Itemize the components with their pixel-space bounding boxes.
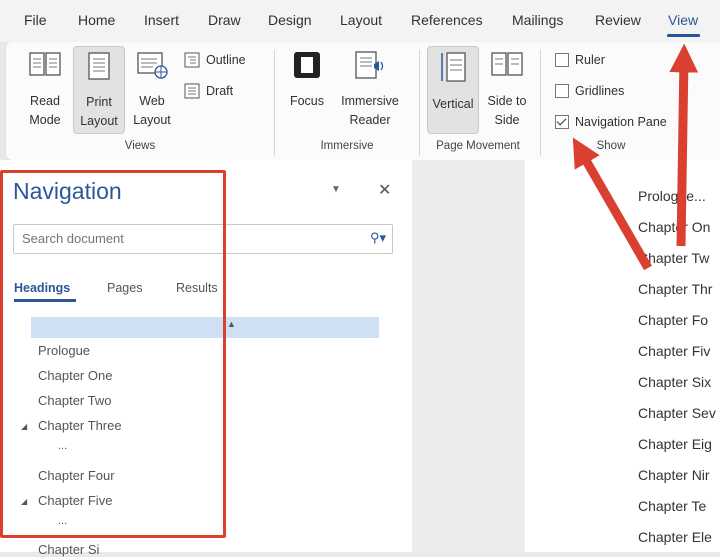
menu-review[interactable]: Review — [595, 12, 641, 28]
toc-line[interactable]: Chapter Sev — [638, 405, 716, 421]
toc-line[interactable]: Prologue... — [638, 188, 706, 204]
toc-line[interactable]: Chapter Te — [638, 498, 706, 514]
read-mode-label: Read Mode — [29, 94, 61, 127]
heading-item[interactable]: Chapter Si — [38, 542, 99, 557]
vertical-button[interactable]: Vertical — [427, 46, 479, 134]
immersive-reader-label: Immersive Reader — [341, 94, 399, 127]
ruler-check-icon[interactable] — [555, 53, 569, 67]
group-divider — [419, 50, 420, 156]
toc-line[interactable]: Chapter Eig — [638, 436, 712, 452]
menu-mailings[interactable]: Mailings — [512, 12, 563, 28]
outline-icon — [184, 52, 200, 68]
read-mode-icon — [29, 52, 61, 76]
toc-line[interactable]: Chapter Tw — [638, 250, 709, 266]
ribbon: Read Mode Print Layout Web Layout Outlin… — [6, 42, 720, 160]
focus-button[interactable]: Focus — [286, 50, 328, 111]
immersive-reader-button[interactable]: Immersive Reader — [336, 50, 404, 130]
draft-label: Draft — [206, 84, 234, 98]
ruler-checkbox[interactable]: Ruler — [555, 53, 605, 67]
print-layout-button[interactable]: Print Layout — [73, 46, 125, 134]
toc-line[interactable]: Chapter Ele — [638, 529, 712, 545]
toc-line[interactable]: Chapter Thr — [638, 281, 712, 297]
document-background — [412, 160, 525, 552]
page-movement-group-label: Page Movement — [436, 140, 520, 152]
navigation-pane-check-icon[interactable] — [555, 115, 569, 129]
menu-home[interactable]: Home — [78, 12, 115, 28]
menu-draw[interactable]: Draw — [208, 12, 241, 28]
web-layout-label: Web Layout — [133, 94, 171, 127]
gridlines-label: Gridlines — [575, 84, 625, 98]
outline-button[interactable]: Outline — [184, 52, 246, 68]
outline-label: Outline — [206, 53, 246, 67]
gridlines-check-icon[interactable] — [555, 84, 569, 98]
group-divider — [540, 50, 541, 156]
vertical-label: Vertical — [432, 97, 474, 111]
focus-icon — [294, 52, 320, 78]
menu-bar: File Home Insert Draw Design Layout Refe… — [0, 0, 720, 42]
side-to-side-label: Side to Side — [487, 94, 527, 127]
focus-label: Focus — [289, 94, 325, 108]
document-page[interactable]: Prologue... Chapter On Chapter Tw Chapte… — [525, 160, 720, 552]
print-layout-icon — [88, 52, 110, 80]
toc-line[interactable]: Chapter Fiv — [638, 343, 710, 359]
navigation-pane-checkbox[interactable]: Navigation Pane — [555, 115, 667, 129]
immersive-group-label: Immersive — [320, 140, 374, 152]
menu-insert[interactable]: Insert — [144, 12, 179, 28]
toc-line[interactable]: Chapter Nir — [638, 467, 710, 483]
web-layout-icon — [137, 52, 168, 79]
toc-line[interactable]: Chapter On — [638, 219, 710, 235]
close-icon[interactable]: ✕ — [378, 180, 391, 200]
vertical-icon — [441, 52, 466, 82]
immersive-reader-icon — [355, 51, 384, 79]
read-mode-button[interactable]: Read Mode — [24, 50, 66, 130]
gridlines-checkbox[interactable]: Gridlines — [555, 84, 624, 98]
navigation-pane-label: Navigation Pane — [575, 115, 667, 129]
pane-options-icon[interactable]: ▼ — [331, 184, 341, 195]
collapse-icon[interactable]: ▲ — [227, 319, 236, 329]
toc-line[interactable]: Chapter Fo — [638, 312, 708, 328]
menu-view[interactable]: View — [668, 12, 698, 28]
draft-icon — [184, 83, 200, 99]
show-group-label: Show — [596, 140, 626, 152]
annotation-box — [0, 170, 226, 538]
group-divider — [274, 50, 275, 156]
web-layout-button[interactable]: Web Layout — [130, 50, 174, 130]
side-to-side-button[interactable]: Side to Side — [484, 50, 530, 130]
active-tab-indicator — [667, 34, 700, 37]
search-icon[interactable]: ⚲▾ — [370, 230, 386, 246]
menu-file[interactable]: File — [24, 12, 47, 28]
draft-button[interactable]: Draft — [184, 83, 233, 99]
toc-line[interactable]: Chapter Six — [638, 374, 711, 390]
menu-layout[interactable]: Layout — [340, 12, 382, 28]
side-to-side-icon — [491, 52, 523, 76]
views-group-label: Views — [124, 140, 156, 152]
ruler-label: Ruler — [575, 53, 605, 67]
menu-references[interactable]: References — [411, 12, 483, 28]
menu-design[interactable]: Design — [268, 12, 312, 28]
print-layout-label: Print Layout — [80, 95, 118, 128]
